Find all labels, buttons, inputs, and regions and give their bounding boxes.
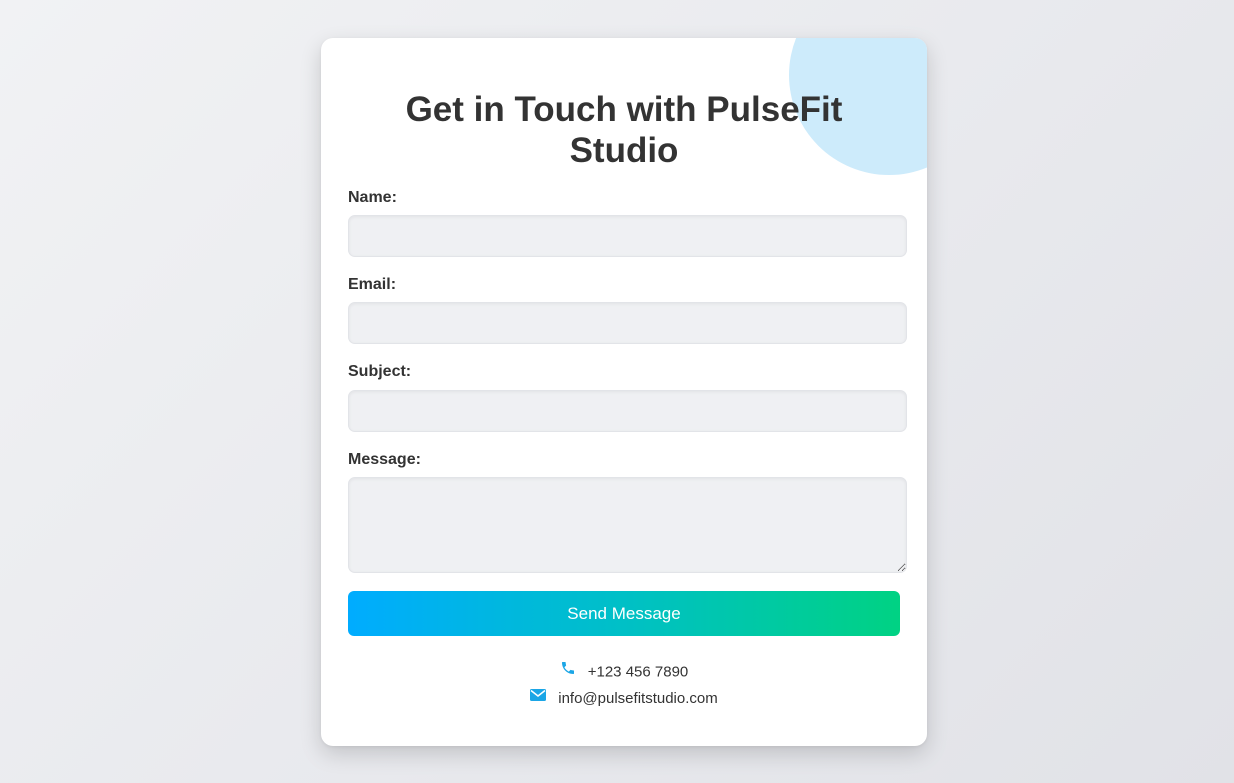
contact-email: info@pulsefitstudio.com [321, 688, 927, 708]
page-title-line-1: Get in Touch with PulseFit [405, 90, 843, 129]
message-textarea[interactable] [348, 477, 907, 573]
page-title: Get in Touch with PulseFit Studio [321, 89, 927, 171]
contact-phone: +123 456 7890 [321, 662, 927, 683]
subject-label: Subject: [348, 363, 412, 380]
message-label: Message: [348, 451, 421, 468]
phone-icon [560, 660, 576, 681]
envelope-icon [530, 688, 547, 706]
name-input[interactable] [348, 215, 907, 257]
contact-card: Get in Touch with PulseFit Studio Name: … [321, 38, 927, 746]
email-label: Email: [348, 276, 397, 293]
subject-input[interactable] [348, 390, 907, 432]
send-message-button[interactable]: Send Message [348, 591, 900, 636]
contact-phone-text: +123 456 7890 [587, 663, 689, 681]
email-input[interactable] [348, 302, 907, 344]
contact-email-text: info@pulsefitstudio.com [558, 690, 718, 708]
name-label: Name: [348, 189, 397, 206]
page-title-line-2: Studio [569, 131, 679, 170]
